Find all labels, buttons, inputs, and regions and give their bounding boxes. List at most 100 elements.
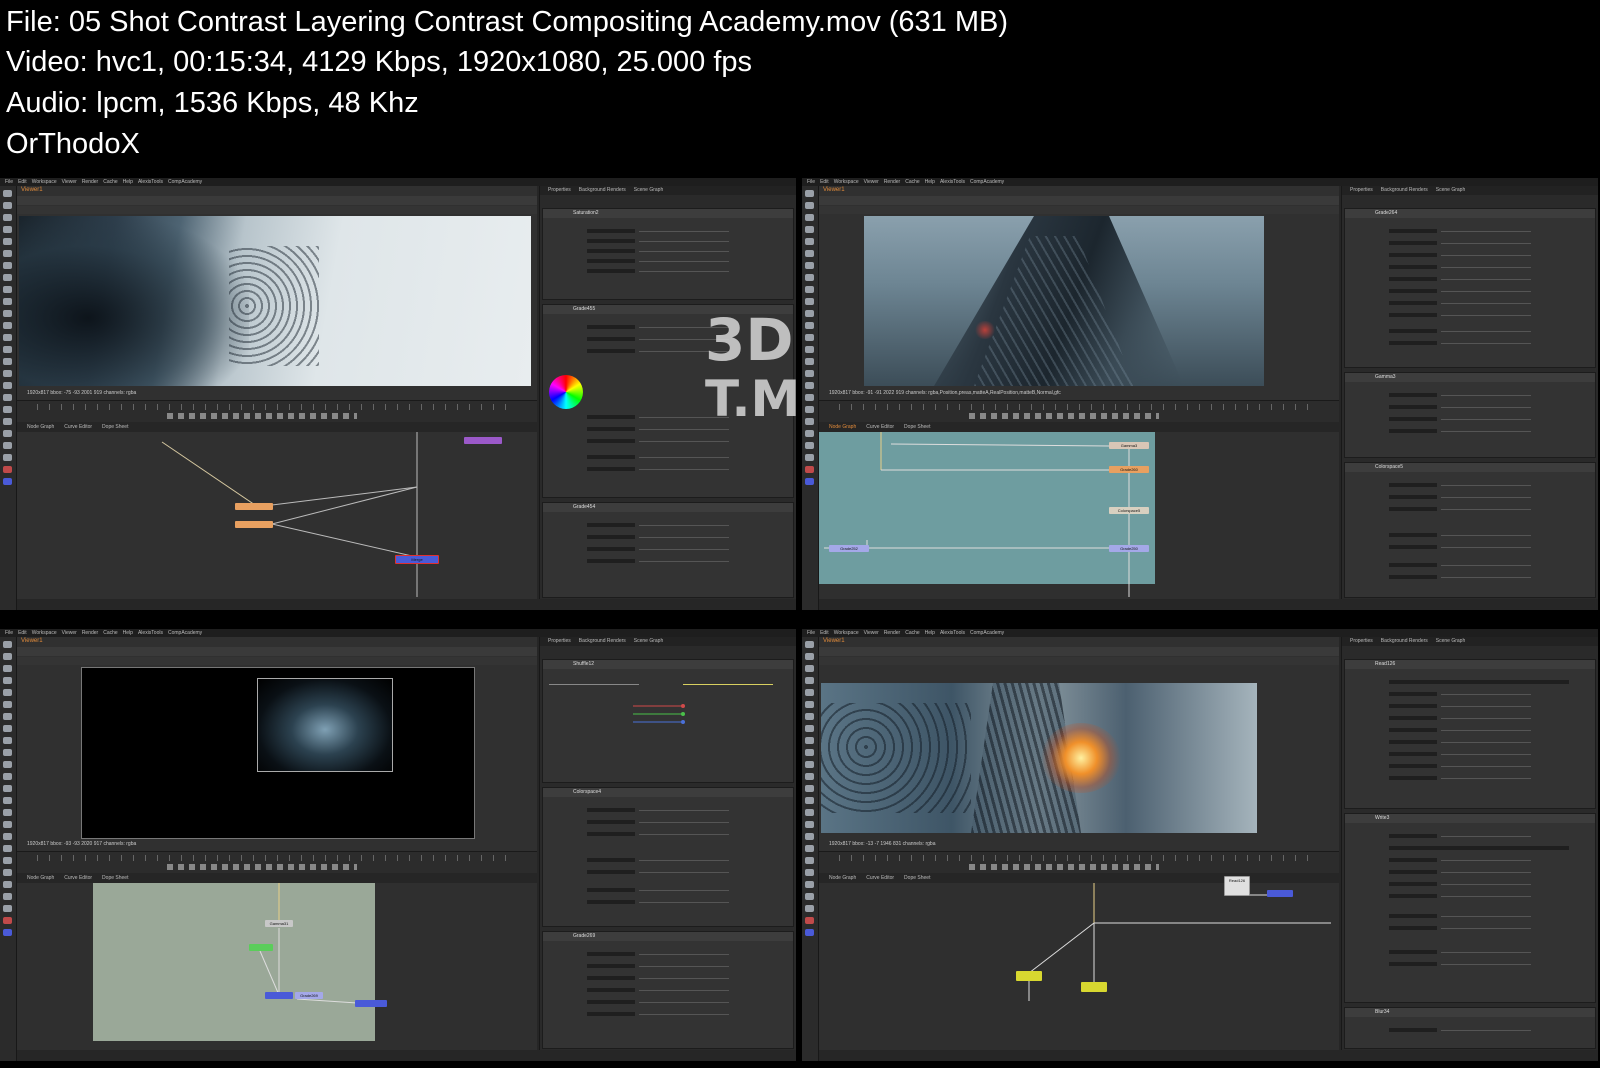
grade-node[interactable]: Grade269 [295,992,323,999]
deep-icon[interactable] [3,382,12,389]
toolsets-icon[interactable] [805,334,814,341]
color-icon[interactable] [3,238,12,245]
python-icon[interactable] [805,406,814,413]
record-icon[interactable] [3,917,12,924]
blue-node-icon[interactable] [3,929,12,936]
merge-node[interactable]: Merge [395,555,439,564]
viewer-image[interactable] [864,216,1264,386]
blue-node-2[interactable] [355,1000,387,1007]
menu-cache[interactable]: Cache [905,630,919,636]
tab-background-renders[interactable]: Background Renders [579,638,626,644]
tab-curve-editor[interactable]: Curve Editor [866,424,894,430]
gamma-node[interactable]: Gamma31 [265,920,293,927]
blue-node[interactable] [1267,890,1293,897]
grade-node-2[interactable]: Grade252 [829,545,869,552]
time-icon[interactable] [3,665,12,672]
paint-icon[interactable] [805,202,814,209]
toolsets-icon[interactable] [3,785,12,792]
keyer-icon[interactable] [805,262,814,269]
tab-background-renders[interactable]: Background Renders [1381,638,1428,644]
python-icon[interactable] [805,857,814,864]
menu-compacademy[interactable]: CompAcademy [168,630,202,636]
script-icon[interactable] [805,869,814,876]
merge-icon[interactable] [3,274,12,281]
menu-edit[interactable]: Edit [820,179,829,185]
tab-dope-sheet[interactable]: Dope Sheet [904,875,930,881]
menu-render[interactable]: Render [884,630,900,636]
other-icon[interactable] [805,346,814,353]
deep-icon[interactable] [805,833,814,840]
menu-viewer[interactable]: Viewer [62,630,77,636]
transform-icon[interactable] [805,737,814,744]
tab-dope-sheet[interactable]: Dope Sheet [102,424,128,430]
tab-properties[interactable]: Properties [548,187,571,193]
transform-icon[interactable] [3,737,12,744]
tab-properties[interactable]: Properties [548,638,571,644]
paint-icon[interactable] [3,202,12,209]
preset-icon[interactable] [805,905,814,912]
script-icon[interactable] [805,418,814,425]
transform-icon[interactable] [805,286,814,293]
paint-icon[interactable] [805,653,814,660]
green-node[interactable] [249,944,273,951]
color-icon[interactable] [805,689,814,696]
keyer-icon[interactable] [805,713,814,720]
furnace-icon[interactable] [3,809,12,816]
menu-workspace[interactable]: Workspace [834,179,859,185]
tab-dope-sheet[interactable]: Dope Sheet [904,424,930,430]
node-graph[interactable]: Node Graph Curve Editor Dope Sheet Gamma31… [17,874,537,1050]
plugin-icon[interactable] [3,893,12,900]
menu-viewer[interactable]: Viewer [864,179,879,185]
menu-file[interactable]: File [5,630,13,636]
script-icon[interactable] [3,869,12,876]
record-icon[interactable] [805,466,814,473]
timeline-ruler[interactable] [37,855,517,861]
metadata-icon[interactable] [3,773,12,780]
tab-background-renders[interactable]: Background Renders [1381,187,1428,193]
furnace-icon[interactable] [3,358,12,365]
merge-icon[interactable] [805,274,814,281]
toolsets-icon[interactable] [805,785,814,792]
script-icon[interactable] [3,418,12,425]
menu-file[interactable]: File [5,179,13,185]
node-icon[interactable] [805,430,814,437]
menu-help[interactable]: Help [123,630,133,636]
menu-render[interactable]: Render [82,179,98,185]
tab-properties[interactable]: Properties [1350,187,1373,193]
yellow-node-2[interactable] [1081,982,1107,992]
timeline-ruler[interactable] [839,404,1319,410]
tab-background-renders[interactable]: Background Renders [579,187,626,193]
tab-node-graph[interactable]: Node Graph [829,875,856,881]
plugin-icon[interactable] [3,442,12,449]
merge-icon[interactable] [805,725,814,732]
furnace-icon[interactable] [805,358,814,365]
views-icon[interactable] [805,761,814,768]
menu-file[interactable]: File [807,179,815,185]
node-graph[interactable]: Node Graph Curve Editor Dope Sheet Merge [17,423,537,599]
playback-controls[interactable] [969,413,1159,419]
viewer-tab[interactable]: Viewer1 [823,186,845,195]
python-icon[interactable] [3,406,12,413]
menu-cache[interactable]: Cache [103,630,117,636]
pointer-icon[interactable] [3,190,12,197]
3d-icon[interactable] [805,298,814,305]
plugin-icon[interactable] [805,893,814,900]
timeline[interactable] [819,400,1339,422]
time-icon[interactable] [3,214,12,221]
pointer-icon[interactable] [805,190,814,197]
menu-workspace[interactable]: Workspace [834,630,859,636]
playback-controls[interactable] [167,864,357,870]
playback-controls[interactable] [167,413,357,419]
tab-scene-graph[interactable]: Scene Graph [634,187,663,193]
node-icon[interactable] [805,881,814,888]
color-icon[interactable] [805,238,814,245]
record-icon[interactable] [3,466,12,473]
menu-cache[interactable]: Cache [905,179,919,185]
menu-compacademy[interactable]: CompAcademy [970,179,1004,185]
tab-curve-editor[interactable]: Curve Editor [866,875,894,881]
metadata-icon[interactable] [805,322,814,329]
keyer-icon[interactable] [3,713,12,720]
grade-node[interactable] [235,503,273,510]
particles-icon[interactable] [3,821,12,828]
particles-icon[interactable] [805,370,814,377]
